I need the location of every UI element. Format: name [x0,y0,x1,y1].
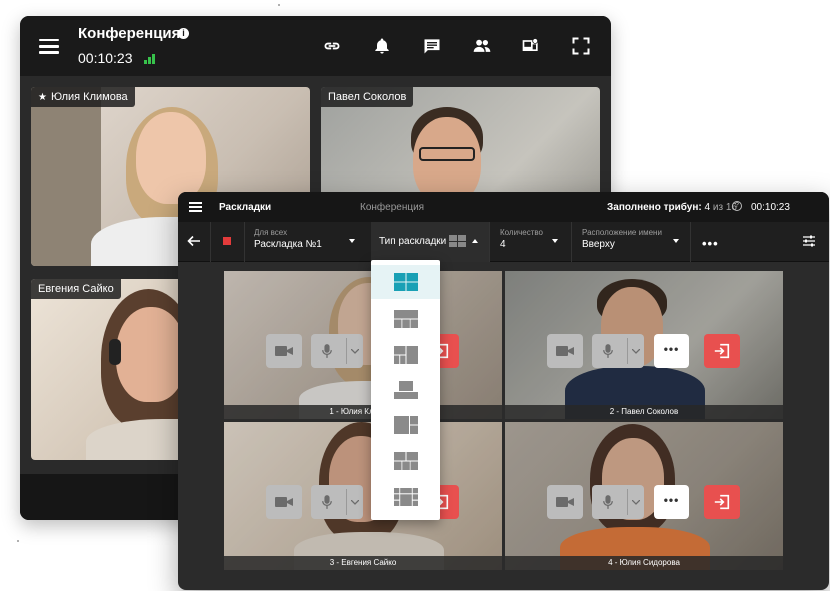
camera-button[interactable] [266,334,302,368]
participant-name-tag: ★ Юлия Климова [31,87,135,107]
microphone-button[interactable] [311,485,363,519]
name-position-value: Вверху [582,239,615,250]
count-label: Количество [500,228,543,237]
tribunes-filled-label: Заполнено трибун: [607,202,702,213]
bell-icon[interactable] [371,36,393,56]
more-options-button[interactable]: ••• [702,236,719,251]
layout-grid-icon [449,235,466,247]
for-all-label: Для всех [254,228,288,237]
layout-tile[interactable]: ••• 4 - Юлия Сидорова [505,422,783,570]
conference-timer: 00:10:23 [78,50,133,66]
layout-option-single-center[interactable] [371,373,440,407]
layout-tile[interactable]: ••• 2 - Павел Соколов [505,271,783,419]
layout-type-label: Тип раскладки [379,236,447,247]
chevron-down-icon [673,239,679,243]
camera-button[interactable] [547,485,583,519]
divider [690,222,691,262]
layout-grid: 1 - Юлия Климова ••• 2 - Павел Соколов 3… [224,271,784,570]
layouts-subtitle: Конференция [360,202,425,213]
decor-dot [278,4,280,6]
layout-right-stack-icon [394,416,418,434]
layouts-title: Раскладки [219,202,272,213]
star-icon: ★ [38,91,47,103]
layouts-timer: 00:10:23 [751,202,790,213]
layout-mosaic-icon [394,488,418,506]
screen-share-icon[interactable] [520,36,542,56]
tile-more-button[interactable]: ••• [654,485,689,519]
menu-icon[interactable] [189,202,202,212]
layout-side-split-icon [394,346,418,364]
name-position-label: Расположение имени [582,228,662,237]
name-position-dropdown[interactable]: Расположение имени Вверху [582,228,662,250]
decor-dot [17,540,19,542]
layout-option-grid-mixed[interactable] [371,444,440,478]
layout-tile[interactable]: 3 - Евгения Сайко [224,422,502,570]
microphone-button[interactable] [592,334,644,368]
signal-strength-icon [144,52,160,64]
back-arrow-icon[interactable] [187,234,201,248]
count-dropdown[interactable]: Количество 4 [500,228,543,250]
layout-option-side-split[interactable] [371,338,440,372]
camera-button[interactable] [266,485,302,519]
chevron-up-icon [472,239,478,243]
layout-grid-2x2-icon [394,273,418,291]
microphone-button[interactable] [311,334,363,368]
divider [571,222,572,262]
for-all-value: Раскладка №1 [254,239,322,250]
participant-name: Юлия Климова [50,91,128,103]
layout-type-dropdown[interactable]: Тип раскладки [371,222,489,262]
remove-from-tile-button[interactable] [704,334,740,368]
layout-option-right-stack[interactable] [371,408,440,442]
info-icon[interactable]: i [178,28,189,39]
tribunes-filled: Заполнено трибун: 4 из 16 [607,202,737,213]
settings-sliders-icon[interactable] [802,234,816,248]
conference-title: Конференция [78,25,181,42]
microphone-button[interactable] [592,485,644,519]
layout-option-grid-2x2[interactable] [371,265,440,299]
layouts-toolbar: Для всех Раскладка №1 Тип раскладки Коли… [178,222,829,262]
tile-caption: 4 - Юлия Сидорова [505,556,783,570]
count-value: 4 [500,239,506,250]
layout-option-top-wide[interactable] [371,302,440,336]
for-all-dropdown[interactable]: Для всех Раскладка №1 [254,228,322,250]
screenshot-stage: Конференция i 00:10:23 ★ Юлия Климова Па… [0,0,830,591]
help-icon[interactable]: ? [732,201,742,211]
participant-name: Евгения Сайко [38,283,114,295]
stop-icon[interactable] [223,237,231,245]
participant-name: Павел Соколов [328,91,407,103]
fullscreen-icon[interactable] [570,36,592,56]
tile-more-button[interactable]: ••• [654,334,689,368]
layout-single-center-icon [394,381,418,399]
tile-caption: 1 - Юлия Климова [224,405,502,419]
chat-icon[interactable] [421,36,443,56]
layout-type-menu [371,260,440,520]
divider [489,222,490,262]
layouts-header: Раскладки Конференция Заполнено трибун: … [178,192,829,222]
tile-caption: 2 - Павел Соколов [505,405,783,419]
tile-caption: 3 - Евгения Сайко [224,556,502,570]
chevron-down-icon [349,239,355,243]
menu-icon[interactable] [39,39,59,54]
participant-name-tag: Павел Соколов [321,87,414,107]
link-icon[interactable] [321,36,343,56]
layout-grid-mixed-icon [394,452,418,470]
tribunes-filled-value: 4 [704,202,711,213]
camera-button[interactable] [547,334,583,368]
layout-option-mosaic[interactable] [371,480,440,514]
participants-icon[interactable] [471,36,493,56]
divider [210,222,211,262]
layout-top-wide-icon [394,310,418,328]
remove-from-tile-button[interactable] [704,485,740,519]
layouts-window: Раскладки Конференция Заполнено трибун: … [178,192,829,590]
layout-tile[interactable]: 1 - Юлия Климова [224,271,502,419]
divider [244,222,245,262]
participant-name-tag: Евгения Сайко [31,279,121,299]
conference-header: Конференция i 00:10:23 [20,16,611,76]
chevron-down-icon [552,239,558,243]
